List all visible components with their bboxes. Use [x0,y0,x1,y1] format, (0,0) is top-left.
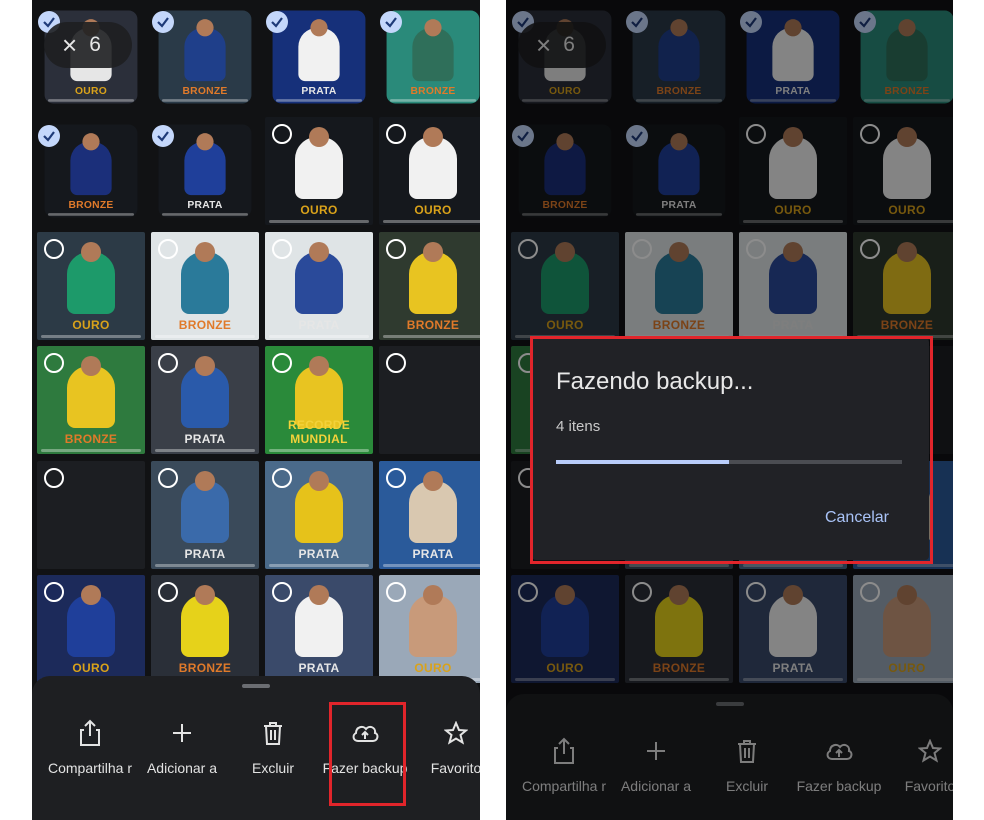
select-ring-icon[interactable] [386,124,406,144]
select-ring-icon[interactable] [272,582,292,602]
selection-close-pill[interactable]: × 6 [44,22,132,68]
photo-caption: OURO [72,661,110,675]
photo-caption: OURO [414,203,452,217]
star-icon [401,718,480,748]
close-icon[interactable]: × [62,32,77,58]
select-ring-icon[interactable] [158,353,178,373]
photo-subcaption-bar [155,449,255,452]
backup-button-highlight [329,702,406,806]
photo-caption: RECORDE MUNDIAL [287,418,351,446]
select-ring-icon[interactable] [386,582,406,602]
dialog-highlight [530,336,933,564]
selected-check-icon[interactable] [152,11,174,33]
photo-subcaption-bar [48,213,134,216]
photo-caption: BRONZE [64,432,118,446]
action-sheet: Compartilha r Adicionar a Excluir Fazer … [32,676,480,820]
photos-selection-screen: OURO BRONZE PRATA BRONZE BRONZE PRATA OURO OURO… [32,0,480,820]
athlete-figure-head [309,585,329,605]
photo-caption: PRATA [184,547,226,561]
athlete-figure-head [81,242,101,262]
athlete-figure-head [81,356,101,376]
athlete-figure-head [423,242,443,262]
selected-check-icon[interactable] [380,11,402,33]
athlete-figure-head [82,133,100,151]
photo-subcaption-bar [383,335,480,338]
athlete-figure-head [81,585,101,605]
photo-caption: BRONZE [68,198,114,211]
photo-caption: PRATA [298,547,340,561]
athlete-figure-head [309,471,329,491]
athlete-figure-head [195,356,215,376]
select-ring-icon[interactable] [386,353,406,373]
athlete-figure-head [423,127,443,147]
photo-subcaption-bar [162,213,248,216]
photo-subcaption-bar [269,564,369,567]
athlete-figure-head [424,19,442,37]
favorite-button[interactable]: Favorito [401,718,480,777]
photo-subcaption-bar [269,335,369,338]
select-ring-icon[interactable] [272,239,292,259]
photo-subcaption-bar [390,99,476,102]
photo-subcaption-bar [162,99,248,102]
select-ring-icon[interactable] [272,353,292,373]
athlete-figure-head [310,19,328,37]
select-ring-icon[interactable] [44,353,64,373]
photo-caption: PRATA [298,318,340,332]
selected-check-icon[interactable] [266,11,288,33]
select-ring-icon[interactable] [386,239,406,259]
photo-grid: OURO BRONZE PRATA BRONZE BRONZE PRATA OURO OURO… [32,0,480,690]
photo-subcaption-bar [269,449,369,452]
athlete-figure-head [195,585,215,605]
select-ring-icon[interactable] [44,239,64,259]
select-ring-icon[interactable] [44,468,64,488]
selected-check-icon[interactable] [152,125,174,147]
photo-subcaption-bar [48,99,134,102]
photo-subcaption-bar [41,449,141,452]
photo-subcaption-bar [269,220,369,223]
athlete-figure-head [196,19,214,37]
photo-caption: OURO [414,661,452,675]
photo-caption: PRATA [301,84,337,97]
favorite-label: Favorito [430,760,480,776]
photo-subcaption-bar [276,99,362,102]
photo-caption: BRONZE [410,84,456,97]
photo-caption: BRONZE [178,661,232,675]
select-ring-icon[interactable] [272,124,292,144]
photo-subcaption-bar [41,335,141,338]
athlete-figure-head [423,585,443,605]
select-ring-icon[interactable] [386,468,406,488]
select-ring-icon[interactable] [158,582,178,602]
photo-caption: BRONZE [182,84,228,97]
athlete-figure-head [196,133,214,151]
athlete-figure-head [309,242,329,262]
photo-subcaption-bar [383,564,480,567]
select-ring-icon[interactable] [158,239,178,259]
athlete-figure-head [195,471,215,491]
photo-caption: PRATA [187,198,223,211]
photo-caption: OURO [300,203,338,217]
sheet-handle[interactable] [242,684,270,688]
photo-caption: BRONZE [178,318,232,332]
photos-backup-progress-screen: OURO BRONZE PRATA BRONZE BRONZE PRATA OURO OURO… [506,0,953,820]
photo-subcaption-bar [155,564,255,567]
photo-subcaption-bar [155,335,255,338]
athlete-figure-head [309,356,329,376]
athlete-figure-head [423,471,443,491]
athlete-figure-head [195,242,215,262]
photo-subcaption-bar [383,220,480,223]
selected-check-icon[interactable] [38,125,60,147]
selection-count: 6 [89,33,101,56]
photo-caption: PRATA [298,661,340,675]
photo-caption: BRONZE [406,318,460,332]
photo-caption: OURO [74,84,107,97]
select-ring-icon[interactable] [44,582,64,602]
select-ring-icon[interactable] [272,468,292,488]
photo-caption: PRATA [412,547,454,561]
photo-caption: PRATA [184,432,226,446]
select-ring-icon[interactable] [158,468,178,488]
athlete-figure-head [309,127,329,147]
photo-caption: OURO [72,318,110,332]
